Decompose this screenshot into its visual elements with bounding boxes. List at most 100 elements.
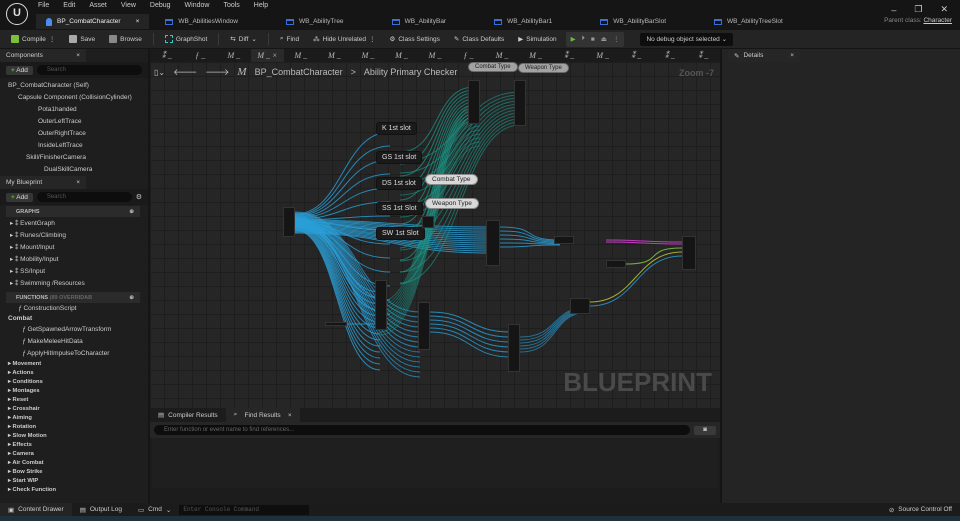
content-drawer-button[interactable]: ▣ Content Drawer xyxy=(0,502,72,517)
close-icon[interactable]: × xyxy=(288,412,292,419)
close-icon[interactable]: × xyxy=(136,18,140,25)
more-icon[interactable]: ⋮ xyxy=(613,35,620,43)
forward-arrow-icon[interactable]: 🡒 xyxy=(205,67,229,78)
hide-unrelated-button[interactable]: ⁂ Hide Unrelated ⋮ xyxy=(308,31,380,47)
category-item[interactable]: ▸ Crosshair xyxy=(0,405,148,414)
function-item[interactable]: ƒ MakeMeleeHitData xyxy=(0,336,148,348)
graph-node[interactable] xyxy=(486,220,500,266)
graph-tab[interactable]: M _ xyxy=(385,49,419,62)
graph-tab[interactable]: M _ xyxy=(519,49,553,62)
find-references-input[interactable]: Enter function or event name to find ref… xyxy=(154,425,690,435)
component-item[interactable]: OuterLeftTrace xyxy=(0,116,148,128)
stop-icon[interactable]: ■ xyxy=(591,36,595,43)
graph-tab[interactable]: ⁑ _ xyxy=(687,49,721,62)
graph-tab[interactable]: M _ xyxy=(284,49,318,62)
graph-node[interactable] xyxy=(570,298,590,314)
eject-icon[interactable]: ⏏ xyxy=(601,35,607,43)
combat-type-node-top[interactable]: Combat Type xyxy=(468,62,518,72)
close-window-icon[interactable]: ✕ xyxy=(940,4,948,15)
function-item[interactable]: ƒ ApplyHitImpulseToCharacter xyxy=(0,348,148,360)
add-component-button[interactable]: + Add xyxy=(6,65,33,75)
more-icon[interactable]: ⋮ xyxy=(49,35,56,43)
category-item[interactable]: ▸ Conditions xyxy=(0,378,148,387)
tab-wb-abilitybarslot[interactable]: WB_AbilityBarSlot xyxy=(590,14,676,29)
category-item[interactable]: ▸ Rotation xyxy=(0,423,148,432)
graph-tab[interactable]: M _ xyxy=(485,49,519,62)
cmd-dropdown[interactable]: ▭ Cmd ⌄ xyxy=(130,503,179,517)
diff-button[interactable]: ⇆ Diff ⌄ xyxy=(225,31,262,47)
compiler-results-tab[interactable]: ▤ Compiler Results xyxy=(150,408,226,422)
add-circle-icon[interactable]: ⊕ xyxy=(129,295,134,301)
binoculars-button[interactable]: ◙ xyxy=(694,425,716,435)
weapon-type-node-top[interactable]: Weapon Type xyxy=(518,63,569,73)
category-item[interactable]: ▸ Montages xyxy=(0,387,148,396)
component-item[interactable]: InsideLeftTrace xyxy=(0,140,148,152)
graph-tab[interactable]: ⁑ _ xyxy=(150,49,184,62)
add-circle-icon[interactable]: ⊕ xyxy=(129,209,134,215)
compile-button[interactable]: Compile ⋮ xyxy=(6,31,60,47)
graph-node[interactable] xyxy=(325,322,347,326)
graph-tab[interactable]: M _ xyxy=(418,49,452,62)
graph-node[interactable] xyxy=(418,302,430,350)
function-item[interactable]: ƒ ConstructionScript xyxy=(0,304,148,314)
component-item[interactable]: BP_CombatCharacter (Self) xyxy=(0,80,148,92)
tab-wb-abilitytree[interactable]: WB_AbilityTree xyxy=(276,14,354,29)
close-icon[interactable]: × xyxy=(790,52,794,59)
browse-button[interactable]: Browse xyxy=(104,31,147,47)
class-defaults-button[interactable]: ✎ Class Defaults xyxy=(449,31,509,47)
details-tab[interactable]: ✎ Details × xyxy=(728,49,800,62)
category-item[interactable]: ▸ Aiming xyxy=(0,414,148,423)
function-item[interactable]: ƒ GetSpawnedArrowTransform xyxy=(0,324,148,336)
category-combat[interactable]: Combat xyxy=(0,314,148,324)
close-icon[interactable]: × xyxy=(76,179,80,186)
tab-wb-abilitieswindow[interactable]: WB_AbilitiesWindow xyxy=(155,14,248,29)
minimize-icon[interactable]: – xyxy=(891,5,896,15)
graph-item[interactable]: ▸ ⁑ SS/Input xyxy=(10,266,148,278)
functions-section-header[interactable]: FUNCTIONS (89 OVERRIDAB ⊕ xyxy=(6,292,140,303)
graph-item[interactable]: ▸ ⁑ Swimming /Resources xyxy=(10,278,148,290)
back-arrow-icon[interactable]: 🡐 xyxy=(173,67,197,78)
my-blueprint-tab[interactable]: My Blueprint × xyxy=(0,176,86,189)
category-item[interactable]: ▸ Start WIP xyxy=(0,477,148,486)
menu-edit[interactable]: Edit xyxy=(63,2,75,9)
tab-wb-abilitytreeslot[interactable]: WB_AbilityTreeSlot xyxy=(704,14,793,29)
component-item[interactable]: DualSkillCamera xyxy=(0,164,148,173)
graph-tab[interactable]: M _ xyxy=(586,49,620,62)
add-member-button[interactable]: + Add xyxy=(6,192,33,202)
graph-tab[interactable]: M _ xyxy=(318,49,352,62)
tab-bp-combatcharacter[interactable]: BP_CombatCharacter × xyxy=(36,14,150,29)
graph-tab[interactable]: ƒ _ xyxy=(452,49,486,62)
blueprint-graph-canvas[interactable]: ▯⌄ 🡐 🡒 M BP_CombatCharacter > Ability Pr… xyxy=(150,62,720,408)
close-icon[interactable]: × xyxy=(76,52,80,59)
graph-node[interactable] xyxy=(468,80,480,124)
graph-node[interactable] xyxy=(514,80,526,126)
category-item[interactable]: ▸ Actions xyxy=(0,369,148,378)
console-command-input[interactable]: Enter Console Command xyxy=(179,504,310,515)
graphshot-button[interactable]: GraphShot xyxy=(160,31,212,47)
components-search-input[interactable]: Search xyxy=(36,65,142,75)
category-item[interactable]: ▸ Check Function xyxy=(0,486,148,495)
comment-gs-1st-slot[interactable]: GS 1st slot xyxy=(376,151,423,164)
menu-file[interactable]: File xyxy=(38,2,49,9)
gear-icon[interactable]: ⚙ xyxy=(136,193,142,201)
graph-item[interactable]: ▸ ⁑ EventGraph xyxy=(10,218,148,230)
comment-ss-1st-slot[interactable]: SS 1st Slot xyxy=(376,202,423,215)
graph-item[interactable]: ▸ ⁑ Runes/Climbing xyxy=(10,230,148,242)
play-icon[interactable]: ▶ xyxy=(571,35,576,43)
parent-class-link[interactable]: Character xyxy=(923,17,952,24)
category-item[interactable]: ▸ Bow Strike xyxy=(0,468,148,477)
graph-options-icon[interactable]: ▯⌄ xyxy=(154,68,165,77)
component-item[interactable]: OuterRightTrace xyxy=(0,128,148,140)
graph-tab[interactable]: ⁑ _ xyxy=(619,49,653,62)
graph-node[interactable] xyxy=(422,216,434,228)
component-item[interactable]: Skill/FinisherCamera xyxy=(0,152,148,164)
breadcrumb-root[interactable]: BP_CombatCharacter xyxy=(255,67,343,77)
maximize-icon[interactable]: ❐ xyxy=(914,4,922,15)
graph-tab[interactable]: M _ xyxy=(351,49,385,62)
category-item[interactable]: ▸ Slow Motion xyxy=(0,432,148,441)
weapon-type-node[interactable]: Weapon Type xyxy=(425,198,479,209)
graph-node[interactable] xyxy=(375,280,387,330)
category-item[interactable]: ▸ Effects xyxy=(0,441,148,450)
graph-tab[interactable]: ⁑ _ xyxy=(653,49,687,62)
menu-asset[interactable]: Asset xyxy=(89,2,107,9)
